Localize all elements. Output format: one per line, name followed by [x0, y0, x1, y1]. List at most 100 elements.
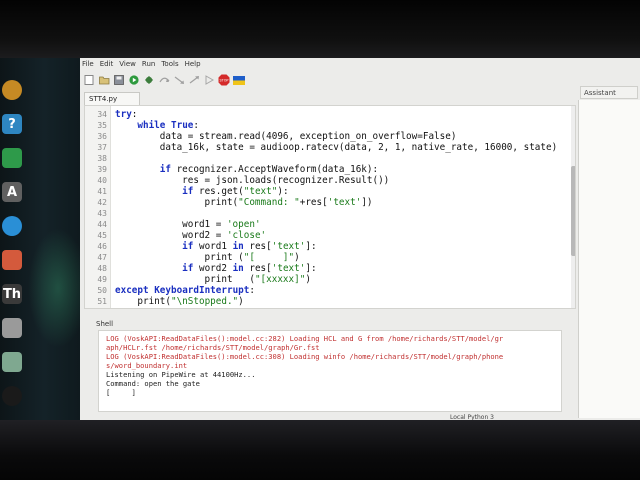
shell-log-line: aph/HCLr.fst /home/richards/STT/model/gr…: [106, 343, 320, 352]
code-line[interactable]: 42 print("Command: "+res['text']): [85, 197, 575, 208]
code-text: print ("[xxxxx]"): [115, 274, 311, 285]
line-number: 50: [97, 286, 107, 295]
line-number: 46: [97, 242, 107, 251]
dock: ? A Th: [0, 58, 88, 420]
code-line[interactable]: 36 data = stream.read(4096, exception_on…: [85, 131, 575, 142]
code-line[interactable]: 50 except KeyboardInterrupt:: [85, 285, 575, 296]
assistant-pane: [578, 100, 640, 418]
code-line[interactable]: 34 try:: [85, 109, 575, 120]
code-line[interactable]: 46 if word1 in res['text']:: [85, 241, 575, 252]
line-number: 35: [97, 121, 107, 130]
code-line[interactable]: 44 word1 = 'open': [85, 219, 575, 230]
code-text: data = stream.read(4096, exception_on_ov…: [115, 131, 457, 142]
dock-software-icon[interactable]: [2, 250, 22, 270]
code-line[interactable]: 35 while True:: [85, 120, 575, 131]
code-line[interactable]: 45 word2 = 'close': [85, 230, 575, 241]
line-number: 34: [97, 110, 107, 119]
tab-assistant[interactable]: Assistant: [580, 86, 638, 99]
menu-edit[interactable]: Edit: [100, 60, 114, 68]
dock-app-icon[interactable]: [2, 80, 22, 100]
code-text: print ("[ ]"): [115, 252, 300, 263]
dock-trash-icon[interactable]: [2, 352, 22, 372]
dock-spreadsheet-icon[interactable]: [2, 148, 22, 168]
toolbar: STOP: [80, 71, 640, 89]
code-text: if res.get("text"):: [182, 186, 289, 197]
line-number: 37: [97, 143, 107, 152]
code-text: if word2 in res['text']:: [182, 263, 317, 274]
step-out-icon[interactable]: [188, 74, 200, 86]
debug-icon[interactable]: [143, 74, 155, 86]
line-number: 49: [97, 275, 107, 284]
dock-wallpaper-glow: [28, 228, 88, 348]
code-line[interactable]: 51 print("\nStopped."): [85, 296, 575, 307]
line-number: 43: [97, 209, 107, 218]
dock-browser-icon[interactable]: [2, 216, 22, 236]
tab-stt4-py[interactable]: STT4.py: [84, 92, 140, 106]
line-number: 39: [97, 165, 107, 174]
code-text: if word1 in res['text']:: [182, 241, 317, 252]
new-file-icon[interactable]: [83, 74, 95, 86]
editor-tab-row: STT4.py: [80, 92, 580, 106]
svg-text:STOP: STOP: [220, 78, 229, 82]
line-number: 36: [97, 132, 107, 141]
editor-scrollbar-thumb[interactable]: [571, 166, 575, 256]
code-text: while True:: [137, 120, 199, 131]
line-number: 40: [97, 176, 107, 185]
code-text: word1 = 'open': [115, 219, 261, 230]
dock-help-icon[interactable]: ?: [2, 114, 22, 134]
save-icon[interactable]: [113, 74, 125, 86]
shell-output-line: [ ]: [106, 388, 136, 397]
menu-bar: File Edit View Run Tools Help: [80, 58, 640, 70]
code-editor[interactable]: 34 try: 35 while True: 36 data = stream.rea…: [84, 105, 576, 309]
shell-log-line: LOG (VoskAPI:ReadDataFiles():model.cc:30…: [106, 352, 504, 361]
code-text: if recognizer.AcceptWaveform(data_16k):: [159, 164, 379, 175]
code-line[interactable]: 39 if recognizer.AcceptWaveform(data_16k…: [85, 164, 575, 175]
line-number: 41: [97, 187, 107, 196]
code-line[interactable]: 41 if res.get("text"):: [85, 186, 575, 197]
menu-help[interactable]: Help: [185, 60, 201, 68]
line-number: 42: [97, 198, 107, 207]
line-number: 38: [97, 154, 107, 163]
line-number: 44: [97, 220, 107, 229]
code-line[interactable]: 48 if word2 in res['text']:: [85, 263, 575, 274]
code-text: word2 = 'close': [115, 230, 267, 241]
menu-view[interactable]: View: [119, 60, 136, 68]
shell-panel-label[interactable]: Shell: [96, 320, 113, 328]
code-line[interactable]: 37 data_16k, state = audioop.ratecv(data…: [85, 142, 575, 153]
menu-run[interactable]: Run: [142, 60, 155, 68]
shell-log-line: s/word_boundary.int: [106, 361, 188, 370]
code-text: except KeyboardInterrupt:: [115, 285, 255, 296]
shell-console[interactable]: LOG (VoskAPI:ReadDataFiles():model.cc:28…: [98, 330, 562, 412]
photo-bottom-background: [0, 420, 640, 480]
code-line[interactable]: 38: [85, 153, 575, 164]
line-number: 45: [97, 231, 107, 240]
editor-scrollbar[interactable]: [571, 106, 575, 308]
shell-log-line: LOG (VoskAPI:ReadDataFiles():model.cc:28…: [106, 334, 504, 343]
flag-icon: [233, 74, 245, 86]
code-line[interactable]: 49 print ("[xxxxx]"): [85, 274, 575, 285]
code-line[interactable]: 43: [85, 208, 575, 219]
code-text: res = json.loads(recognizer.Result()): [115, 175, 390, 186]
dock-drive-icon[interactable]: [2, 318, 22, 338]
step-into-icon[interactable]: [173, 74, 185, 86]
dock-thonny-icon[interactable]: Th: [2, 284, 22, 304]
code-line[interactable]: 40 res = json.loads(recognizer.Result()): [85, 175, 575, 186]
dock-show-apps-icon[interactable]: [2, 386, 22, 406]
code-text: try:: [115, 109, 138, 120]
code-text: data_16k, state = audioop.ratecv(data, 2…: [115, 142, 558, 153]
code-line[interactable]: 47 print ("[ ]"): [85, 252, 575, 263]
ide-window: File Edit View Run Tools Help STOP STT4.…: [80, 58, 640, 421]
shell-output-line: Command: open the gate: [106, 379, 200, 388]
resume-icon[interactable]: [203, 74, 215, 86]
code-text: print("\nStopped."): [115, 296, 244, 307]
menu-tools[interactable]: Tools: [161, 60, 178, 68]
shell-output-line: Listening on PipeWire at 44100Hz...: [106, 370, 256, 379]
open-file-icon[interactable]: [98, 74, 110, 86]
step-over-icon[interactable]: [158, 74, 170, 86]
line-number: 47: [97, 253, 107, 262]
run-icon[interactable]: [128, 74, 140, 86]
dock-accessibility-icon[interactable]: A: [2, 182, 22, 202]
menu-file[interactable]: File: [82, 60, 94, 68]
line-number: 48: [97, 264, 107, 273]
stop-icon[interactable]: STOP: [218, 74, 230, 86]
